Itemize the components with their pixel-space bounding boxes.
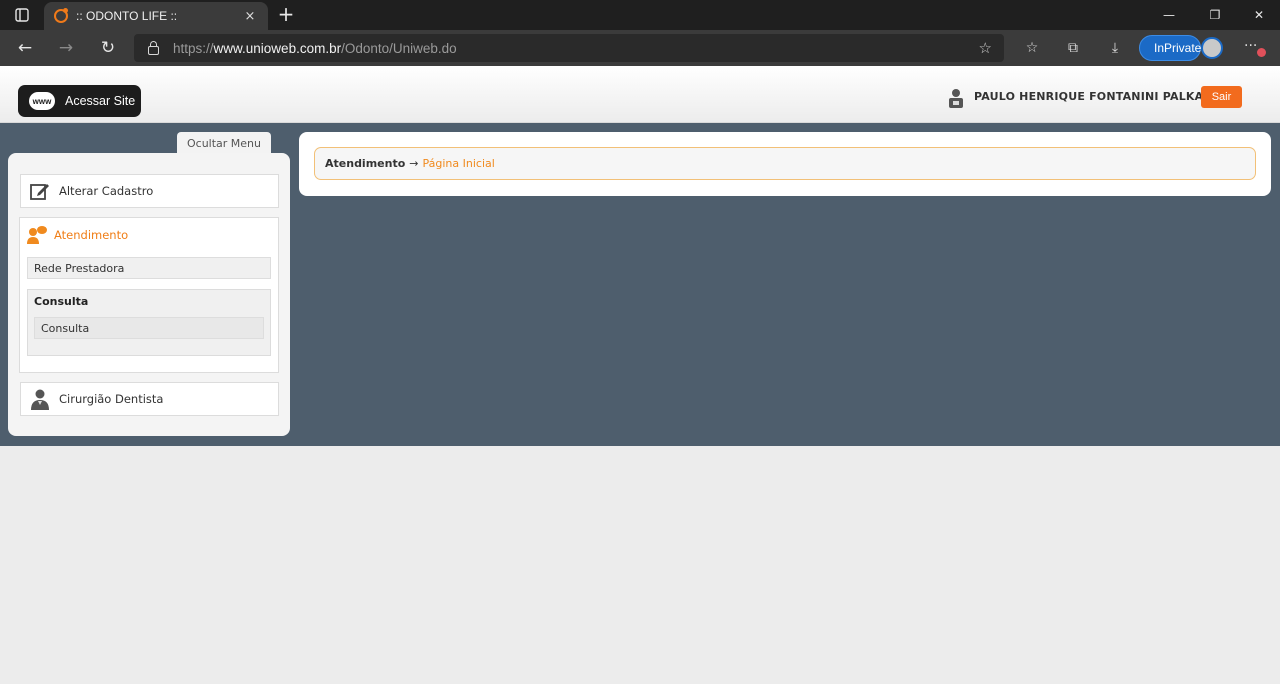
close-window-button[interactable]: ✕ [1236, 0, 1280, 30]
consulta-group-title: Consulta [34, 295, 89, 308]
sidebar-item-atendimento[interactable]: Atendimento [20, 218, 278, 252]
browser-titlebar: :: ODONTO LIFE :: × + — ❐ ✕ [0, 0, 1280, 30]
sidebar-item-cirurgiao-dentista[interactable]: Cirurgião Dentista [20, 382, 279, 416]
add-favorite-icon[interactable]: ☆ [979, 39, 992, 57]
favorites-icon[interactable]: ☆ [1021, 38, 1043, 58]
restore-button[interactable]: ❐ [1192, 0, 1238, 30]
breadcrumb-arrow-icon: → [409, 157, 419, 170]
sidebar-subitem-rede-prestadora[interactable]: Rede Prestadora [27, 257, 271, 279]
www-icon: www [29, 92, 55, 110]
breadcrumb: Atendimento → Página Inicial [314, 147, 1256, 180]
inprivate-badge[interactable]: InPrivate [1139, 35, 1201, 61]
minimize-button[interactable]: — [1146, 0, 1192, 30]
browser-tab[interactable]: :: ODONTO LIFE :: × [44, 2, 268, 30]
new-tab-button[interactable]: + [274, 3, 298, 27]
sidebar-menu: Alterar Cadastro Atendimento Rede Presta… [8, 153, 290, 436]
tab-actions-icon[interactable] [8, 5, 36, 25]
notification-dot-icon [1257, 48, 1266, 57]
acessar-site-label: Acessar Site [65, 94, 136, 108]
page-background [0, 446, 1280, 684]
breadcrumb-section: Atendimento [325, 157, 406, 170]
sidebar-item-label: Cirurgião Dentista [59, 392, 164, 406]
consulta-group: Consulta Consulta [27, 289, 271, 356]
sidebar-item-label: Atendimento [54, 228, 129, 242]
hide-menu-button[interactable]: Ocultar Menu [177, 132, 271, 154]
sidebar-subitem-consulta[interactable]: Consulta [34, 317, 264, 339]
attendance-icon [27, 226, 47, 244]
dentist-icon [31, 389, 49, 410]
lock-icon [148, 40, 159, 55]
sidebar-section-atendimento: Atendimento Rede Prestadora Consulta Con… [19, 217, 279, 373]
url-text: https://www.unioweb.com.br/Odonto/Uniweb… [173, 40, 457, 56]
site-favicon-icon [54, 8, 68, 23]
logout-button[interactable]: Sair [1201, 86, 1242, 108]
user-name: PAULO HENRIQUE FONTANINI PALKA [974, 90, 1204, 103]
tab-title: :: ODONTO LIFE :: [76, 9, 178, 23]
close-tab-icon[interactable]: × [242, 9, 258, 24]
user-icon [949, 89, 963, 108]
collections-icon[interactable]: ⧉ [1062, 38, 1084, 58]
site-header: www Acessar Site PAULO HENRIQUE FONTANIN… [0, 66, 1280, 123]
back-button[interactable]: ← [11, 34, 39, 62]
acessar-site-button[interactable]: www Acessar Site [18, 85, 141, 117]
forward-button[interactable]: → [52, 34, 80, 62]
sidebar-item-label: Alterar Cadastro [59, 184, 154, 198]
reload-button[interactable]: ↻ [94, 34, 122, 62]
main-panel: Atendimento → Página Inicial [299, 132, 1271, 196]
breadcrumb-current-page[interactable]: Página Inicial [423, 157, 495, 170]
profile-avatar[interactable] [1201, 37, 1223, 59]
downloads-icon[interactable]: ⤓ [1104, 38, 1126, 58]
address-bar[interactable]: https://www.unioweb.com.br/Odonto/Uniweb… [134, 34, 1004, 62]
edit-icon [30, 184, 49, 200]
sidebar-item-alterar-cadastro[interactable]: Alterar Cadastro [20, 174, 279, 208]
